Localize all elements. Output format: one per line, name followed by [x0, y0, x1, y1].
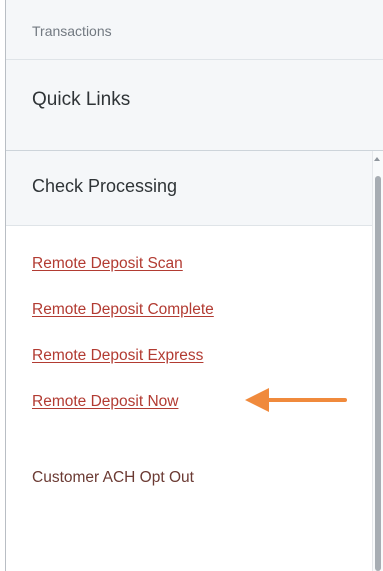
- remote-deposit-scan-link[interactable]: Remote Deposit Scan: [32, 255, 183, 273]
- arrow-left-icon: [245, 388, 347, 412]
- customer-ach-opt-out-link[interactable]: Customer ACH Opt Out: [32, 469, 194, 487]
- transactions-label: Transactions: [32, 23, 112, 39]
- scrollbar-thumb[interactable]: [375, 176, 381, 571]
- check-processing-divider: [6, 225, 372, 226]
- remote-deposit-complete-link[interactable]: Remote Deposit Complete: [32, 301, 214, 319]
- header-divider: [6, 59, 383, 60]
- remote-deposit-now-link[interactable]: Remote Deposit Now: [32, 393, 178, 411]
- quick-links-title[interactable]: Quick Links: [32, 89, 130, 111]
- scroll-up-icon[interactable]: [374, 157, 380, 161]
- check-processing-title[interactable]: Check Processing: [32, 176, 177, 197]
- transactions-panel: Transactions Quick Links Check Processin…: [0, 0, 383, 571]
- remote-deposit-express-link[interactable]: Remote Deposit Express: [32, 347, 203, 365]
